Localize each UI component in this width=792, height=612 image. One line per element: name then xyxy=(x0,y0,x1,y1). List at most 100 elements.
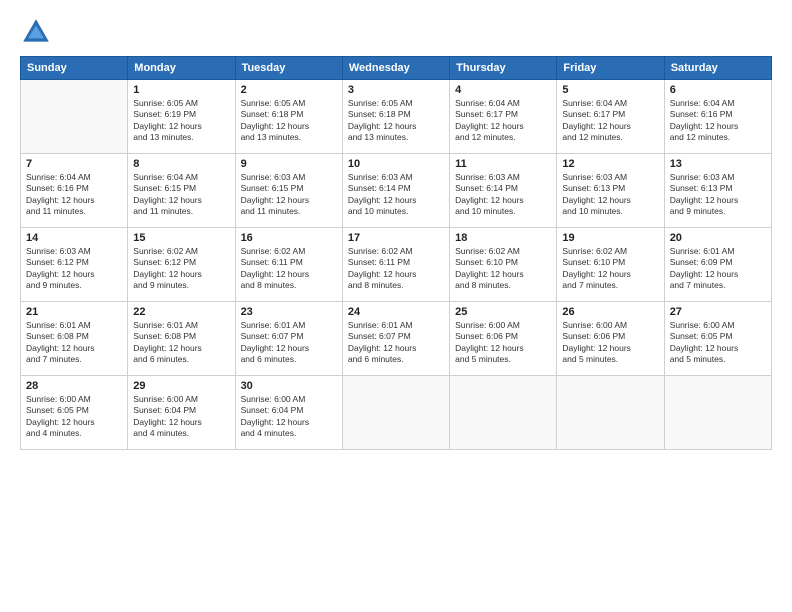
calendar-cell xyxy=(664,376,771,450)
day-number: 12 xyxy=(562,158,658,170)
day-number: 6 xyxy=(670,84,766,96)
day-number: 28 xyxy=(26,380,122,392)
calendar-cell: 5 Sunrise: 6:04 AM Sunset: 6:17 PM Daylig… xyxy=(557,80,664,154)
weekday-thursday: Thursday xyxy=(450,57,557,80)
calendar-cell: 18 Sunrise: 6:02 AM Sunset: 6:10 PM Dayli… xyxy=(450,228,557,302)
calendar-cell: 28 Sunrise: 6:00 AM Sunset: 6:05 PM Dayli… xyxy=(21,376,128,450)
day-number: 11 xyxy=(455,158,551,170)
calendar-cell: 9Sunrise: 6:03 AM Sunset: 6:15 PM Daylig… xyxy=(235,154,342,228)
day-info: Sunrise: 6:03 AM Sunset: 6:13 PM Dayligh… xyxy=(562,172,658,218)
day-info: Sunrise: 6:01 AM Sunset: 6:08 PM Dayligh… xyxy=(133,320,229,366)
week-row-1: 1 Sunrise: 6:05 AM Sunset: 6:19 PM Daylig… xyxy=(21,80,772,154)
day-info: Sunrise: 6:00 AM Sunset: 6:06 PM Dayligh… xyxy=(562,320,658,366)
calendar-cell: 10Sunrise: 6:03 AM Sunset: 6:14 PM Dayli… xyxy=(342,154,449,228)
day-number: 19 xyxy=(562,232,658,244)
day-info: Sunrise: 6:01 AM Sunset: 6:09 PM Dayligh… xyxy=(670,246,766,292)
day-info: Sunrise: 6:04 AM Sunset: 6:16 PM Dayligh… xyxy=(26,172,122,218)
day-number: 20 xyxy=(670,232,766,244)
day-info: Sunrise: 6:01 AM Sunset: 6:07 PM Dayligh… xyxy=(241,320,337,366)
day-info: Sunrise: 6:01 AM Sunset: 6:07 PM Dayligh… xyxy=(348,320,444,366)
calendar-cell: 13 Sunrise: 6:03 AM Sunset: 6:13 PM Dayli… xyxy=(664,154,771,228)
logo xyxy=(20,16,56,48)
day-number: 21 xyxy=(26,306,122,318)
day-info: Sunrise: 6:01 AM Sunset: 6:08 PM Dayligh… xyxy=(26,320,122,366)
calendar-cell: 30 Sunrise: 6:00 AM Sunset: 6:04 PM Dayli… xyxy=(235,376,342,450)
day-info: Sunrise: 6:05 AM Sunset: 6:19 PM Dayligh… xyxy=(133,98,229,144)
day-number: 7 xyxy=(26,158,122,170)
day-number: 9 xyxy=(241,158,337,170)
day-number: 8 xyxy=(133,158,229,170)
calendar-cell xyxy=(450,376,557,450)
day-number: 27 xyxy=(670,306,766,318)
day-info: Sunrise: 6:05 AM Sunset: 6:18 PM Dayligh… xyxy=(241,98,337,144)
day-info: Sunrise: 6:00 AM Sunset: 6:06 PM Dayligh… xyxy=(455,320,551,366)
calendar-cell xyxy=(342,376,449,450)
day-number: 1 xyxy=(133,84,229,96)
day-info: Sunrise: 6:03 AM Sunset: 6:13 PM Dayligh… xyxy=(670,172,766,218)
calendar-cell: 8Sunrise: 6:04 AM Sunset: 6:15 PM Daylig… xyxy=(128,154,235,228)
calendar-cell: 19 Sunrise: 6:02 AM Sunset: 6:10 PM Dayli… xyxy=(557,228,664,302)
day-number: 3 xyxy=(348,84,444,96)
week-row-4: 21 Sunrise: 6:01 AM Sunset: 6:08 PM Dayli… xyxy=(21,302,772,376)
day-number: 23 xyxy=(241,306,337,318)
weekday-sunday: Sunday xyxy=(21,57,128,80)
weekday-friday: Friday xyxy=(557,57,664,80)
day-info: Sunrise: 6:05 AM Sunset: 6:18 PM Dayligh… xyxy=(348,98,444,144)
calendar-cell: 24 Sunrise: 6:01 AM Sunset: 6:07 PM Dayli… xyxy=(342,302,449,376)
day-info: Sunrise: 6:00 AM Sunset: 6:04 PM Dayligh… xyxy=(133,394,229,440)
calendar-cell: 1 Sunrise: 6:05 AM Sunset: 6:19 PM Daylig… xyxy=(128,80,235,154)
calendar-cell: 16Sunrise: 6:02 AM Sunset: 6:11 PM Dayli… xyxy=(235,228,342,302)
calendar-cell: 27 Sunrise: 6:00 AM Sunset: 6:05 PM Dayli… xyxy=(664,302,771,376)
logo-icon xyxy=(20,16,52,48)
page: SundayMondayTuesdayWednesdayThursdayFrid… xyxy=(0,0,792,612)
calendar-cell: 20 Sunrise: 6:01 AM Sunset: 6:09 PM Dayli… xyxy=(664,228,771,302)
day-info: Sunrise: 6:03 AM Sunset: 6:12 PM Dayligh… xyxy=(26,246,122,292)
day-info: Sunrise: 6:03 AM Sunset: 6:14 PM Dayligh… xyxy=(348,172,444,218)
calendar-cell: 2 Sunrise: 6:05 AM Sunset: 6:18 PM Daylig… xyxy=(235,80,342,154)
day-number: 2 xyxy=(241,84,337,96)
weekday-monday: Monday xyxy=(128,57,235,80)
day-number: 5 xyxy=(562,84,658,96)
day-info: Sunrise: 6:02 AM Sunset: 6:10 PM Dayligh… xyxy=(455,246,551,292)
day-info: Sunrise: 6:00 AM Sunset: 6:05 PM Dayligh… xyxy=(670,320,766,366)
day-info: Sunrise: 6:02 AM Sunset: 6:12 PM Dayligh… xyxy=(133,246,229,292)
calendar-cell: 11 Sunrise: 6:03 AM Sunset: 6:14 PM Dayli… xyxy=(450,154,557,228)
day-info: Sunrise: 6:00 AM Sunset: 6:05 PM Dayligh… xyxy=(26,394,122,440)
weekday-wednesday: Wednesday xyxy=(342,57,449,80)
calendar-cell: 21 Sunrise: 6:01 AM Sunset: 6:08 PM Dayli… xyxy=(21,302,128,376)
day-info: Sunrise: 6:03 AM Sunset: 6:14 PM Dayligh… xyxy=(455,172,551,218)
calendar-cell: 23 Sunrise: 6:01 AM Sunset: 6:07 PM Dayli… xyxy=(235,302,342,376)
day-number: 30 xyxy=(241,380,337,392)
calendar-cell: 4 Sunrise: 6:04 AM Sunset: 6:17 PM Daylig… xyxy=(450,80,557,154)
calendar-cell: 14 Sunrise: 6:03 AM Sunset: 6:12 PM Dayli… xyxy=(21,228,128,302)
day-info: Sunrise: 6:02 AM Sunset: 6:11 PM Dayligh… xyxy=(241,246,337,292)
week-row-2: 7 Sunrise: 6:04 AM Sunset: 6:16 PM Daylig… xyxy=(21,154,772,228)
calendar-table: SundayMondayTuesdayWednesdayThursdayFrid… xyxy=(20,56,772,450)
day-number: 14 xyxy=(26,232,122,244)
calendar-cell: 17 Sunrise: 6:02 AM Sunset: 6:11 PM Dayli… xyxy=(342,228,449,302)
calendar-cell xyxy=(21,80,128,154)
day-info: Sunrise: 6:04 AM Sunset: 6:17 PM Dayligh… xyxy=(455,98,551,144)
day-number: 18 xyxy=(455,232,551,244)
day-info: Sunrise: 6:02 AM Sunset: 6:10 PM Dayligh… xyxy=(562,246,658,292)
day-info: Sunrise: 6:00 AM Sunset: 6:04 PM Dayligh… xyxy=(241,394,337,440)
day-info: Sunrise: 6:02 AM Sunset: 6:11 PM Dayligh… xyxy=(348,246,444,292)
day-number: 4 xyxy=(455,84,551,96)
week-row-3: 14 Sunrise: 6:03 AM Sunset: 6:12 PM Dayli… xyxy=(21,228,772,302)
day-number: 13 xyxy=(670,158,766,170)
weekday-header-row: SundayMondayTuesdayWednesdayThursdayFrid… xyxy=(21,57,772,80)
calendar-cell: 15 Sunrise: 6:02 AM Sunset: 6:12 PM Dayli… xyxy=(128,228,235,302)
calendar-cell: 7 Sunrise: 6:04 AM Sunset: 6:16 PM Daylig… xyxy=(21,154,128,228)
day-number: 25 xyxy=(455,306,551,318)
day-number: 15 xyxy=(133,232,229,244)
calendar-cell: 29Sunrise: 6:00 AM Sunset: 6:04 PM Dayli… xyxy=(128,376,235,450)
day-number: 22 xyxy=(133,306,229,318)
calendar-cell: 26 Sunrise: 6:00 AM Sunset: 6:06 PM Dayli… xyxy=(557,302,664,376)
day-info: Sunrise: 6:04 AM Sunset: 6:17 PM Dayligh… xyxy=(562,98,658,144)
calendar-cell: 12 Sunrise: 6:03 AM Sunset: 6:13 PM Dayli… xyxy=(557,154,664,228)
day-number: 24 xyxy=(348,306,444,318)
week-row-5: 28 Sunrise: 6:00 AM Sunset: 6:05 PM Dayli… xyxy=(21,376,772,450)
day-number: 26 xyxy=(562,306,658,318)
calendar-cell: 3 Sunrise: 6:05 AM Sunset: 6:18 PM Daylig… xyxy=(342,80,449,154)
day-number: 17 xyxy=(348,232,444,244)
